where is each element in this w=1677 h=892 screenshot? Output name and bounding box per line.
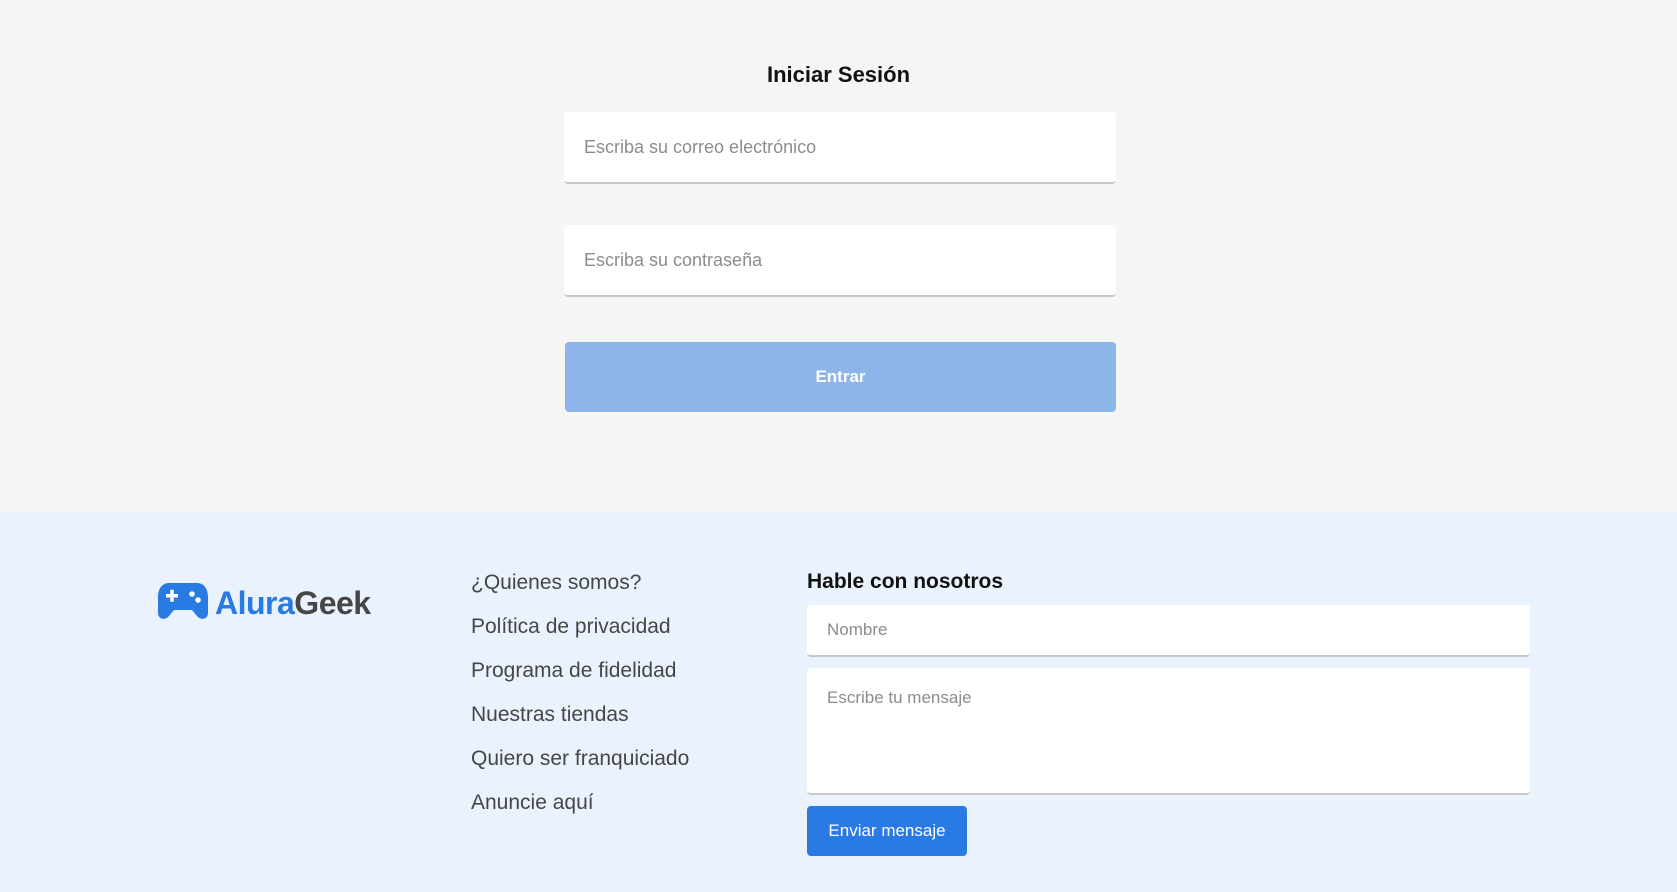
link-programa-fidelidad[interactable]: Programa de fidelidad xyxy=(471,659,676,682)
link-anuncie-aqui[interactable]: Anuncie aquí xyxy=(471,791,594,814)
link-franquiciado[interactable]: Quiero ser franquiciado xyxy=(471,747,689,770)
login-title: Iniciar Sesión xyxy=(766,62,911,87)
login-button[interactable]: Entrar xyxy=(565,342,1116,412)
contact-title: Hable con nosotros xyxy=(807,570,1004,593)
footer: AluraGeek ¿Quienes somos? Política de pr… xyxy=(0,512,1677,892)
logo-text: AluraGeek xyxy=(215,585,371,622)
logo-text-alura: Alura xyxy=(215,585,295,621)
logo-text-geek: Geek xyxy=(294,585,371,621)
link-politica-privacidad[interactable]: Política de privacidad xyxy=(471,615,671,638)
logo[interactable]: AluraGeek xyxy=(157,581,371,626)
contact-message-input[interactable] xyxy=(807,668,1530,795)
gamepad-icon xyxy=(157,581,209,626)
footer-links: ¿Quienes somos? Política de privacidad P… xyxy=(471,570,689,834)
link-quienes-somos[interactable]: ¿Quienes somos? xyxy=(471,571,641,594)
link-nuestras-tiendas[interactable]: Nuestras tiendas xyxy=(471,703,629,726)
send-message-button[interactable]: Enviar mensaje xyxy=(807,806,967,856)
password-input[interactable] xyxy=(564,225,1116,297)
email-input[interactable] xyxy=(564,112,1116,184)
login-section: Iniciar Sesión Entrar xyxy=(0,0,1677,512)
contact-name-input[interactable] xyxy=(807,605,1530,657)
